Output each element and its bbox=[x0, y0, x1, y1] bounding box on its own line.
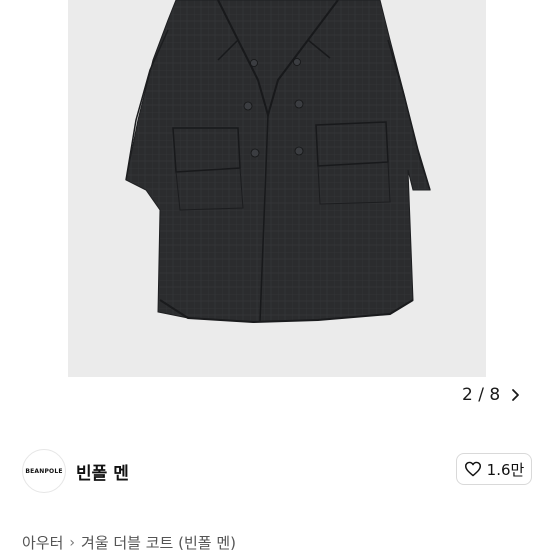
chevron-right-icon[interactable] bbox=[510, 388, 520, 402]
heart-icon bbox=[464, 461, 481, 477]
coat-illustration bbox=[125, 0, 431, 324]
pager-current: 2 bbox=[462, 385, 473, 405]
chevron-right-icon: › bbox=[69, 534, 76, 551]
breadcrumb-title: 겨울 더블 코트 (빈폴 멘) bbox=[81, 534, 236, 552]
product-image-gallery[interactable]: 2 / 8 bbox=[0, 0, 554, 432]
shop-name[interactable]: 빈폴 멘 bbox=[76, 459, 129, 484]
shop-logo-text: BEANPOLE bbox=[25, 467, 63, 475]
pager-text: 2 / 8 bbox=[462, 385, 500, 405]
like-button[interactable]: 1.6만 bbox=[456, 453, 532, 485]
image-pager: 2 / 8 bbox=[462, 380, 520, 410]
pager-total: 8 bbox=[489, 385, 501, 405]
breadcrumb: 아우터 › 겨울 더블 코트 (빈폴 멘) bbox=[22, 532, 236, 553]
pager-separator: / bbox=[478, 385, 484, 405]
shop-logo[interactable]: BEANPOLE bbox=[22, 449, 66, 493]
product-photo[interactable] bbox=[68, 0, 486, 377]
divider bbox=[0, 510, 554, 511]
like-count: 1.6만 bbox=[486, 460, 525, 479]
breadcrumb-category[interactable]: 아우터 bbox=[22, 532, 63, 553]
